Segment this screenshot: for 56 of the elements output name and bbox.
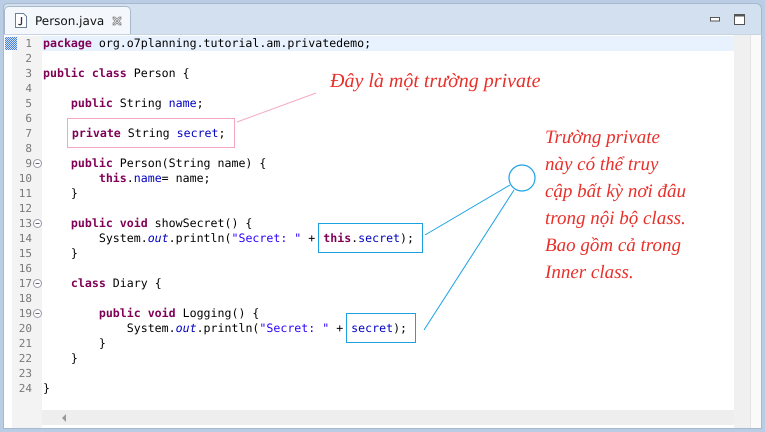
code-line: public void showSecret() { xyxy=(70,216,252,230)
code-line: public class Person { xyxy=(43,66,190,80)
code-line: public Person(String name) { xyxy=(70,156,266,170)
highlight-box: private String secret; xyxy=(66,118,235,148)
annotation-text: Trường private này có thể truy cập bất kỳ nơi đâu trong nội bộ class. Bao gồm cả trong Inner class. xyxy=(545,126,686,285)
line-number: 20 xyxy=(18,322,32,335)
java-file-icon xyxy=(15,13,27,28)
code-line: } xyxy=(43,381,50,395)
code-line: package org.o7planning.tutorial.am.privatedemo; xyxy=(43,36,372,50)
collapse-icon[interactable] xyxy=(32,279,42,288)
line-number: 7 xyxy=(25,127,32,140)
minimize-icon[interactable] xyxy=(710,16,720,22)
code-line: } xyxy=(70,246,78,260)
editor-tab[interactable]: Person.java xyxy=(4,6,132,34)
line-number: 9 xyxy=(25,157,32,170)
line-number: 1 xyxy=(25,37,32,50)
vertical-scrollbar[interactable] xyxy=(734,35,750,428)
callout-circle xyxy=(508,164,536,192)
line-number: 4 xyxy=(25,82,32,95)
code-line: class Diary { xyxy=(70,276,162,290)
collapse-icon[interactable] xyxy=(32,159,42,168)
line-number: 18 xyxy=(18,292,32,305)
code-text: System.out.println("Secret: " + xyxy=(126,321,344,335)
line-number: 24 xyxy=(18,382,32,395)
collapse-icon[interactable] xyxy=(32,219,42,228)
code-line: } xyxy=(70,351,78,365)
line-number: 8 xyxy=(25,142,32,155)
line-number: 5 xyxy=(25,97,32,110)
code-line: public String name; xyxy=(70,96,204,110)
line-number: 21 xyxy=(18,337,32,350)
line-number: 12 xyxy=(18,202,32,215)
line-number: 16 xyxy=(18,262,32,275)
line-number: 23 xyxy=(18,367,32,380)
highlight-box: this.secret); xyxy=(318,223,424,253)
line-number: 19 xyxy=(18,307,32,320)
line-number: 11 xyxy=(18,187,32,200)
horizontal-scrollbar[interactable] xyxy=(42,410,734,425)
line-number: 10 xyxy=(18,172,32,185)
line-number: 6 xyxy=(25,112,32,125)
highlight-box: secret); xyxy=(346,313,416,343)
maximize-icon[interactable] xyxy=(734,14,745,24)
line-number: 2 xyxy=(25,52,32,65)
close-icon[interactable] xyxy=(112,16,122,26)
line-number: 15 xyxy=(18,247,32,260)
code-line: this.name= name; xyxy=(98,171,211,185)
code-line: } xyxy=(98,336,106,350)
line-number: 3 xyxy=(25,67,32,80)
line-number: 13 xyxy=(18,217,32,230)
collapse-icon[interactable] xyxy=(32,309,42,318)
annotation-text: Đây là một trường private xyxy=(330,70,540,93)
line-number: 22 xyxy=(18,352,32,365)
line-number: 17 xyxy=(18,277,32,290)
line-number: 14 xyxy=(18,232,32,245)
code-line: public void Logging() { xyxy=(98,306,260,320)
code-text: System.out.println("Secret: " + xyxy=(98,231,316,245)
code-line: } xyxy=(70,186,78,200)
